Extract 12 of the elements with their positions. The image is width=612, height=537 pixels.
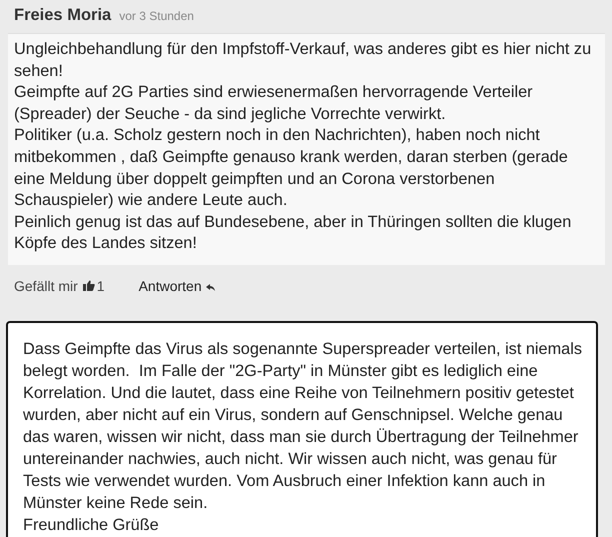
- author-name: Freies Moria: [14, 6, 112, 25]
- comment-text: Peinlich genug ist das auf Bundesebene, aber in Thüringen sollten die klugen Köpfe des Landes sitzen!: [14, 212, 572, 254]
- reply-link[interactable]: Antworten: [138, 278, 202, 294]
- reply-field[interactable]: Dass Geimpfte das Virus als sogenannte Superspreader verteilen, ist niemals belegt worden. Im Falle der "2G-Party" in Münster gibt es lediglich eine Korrelation. Und die lautet, dass eine Reihe von Teilnehmern positiv getestet wurden, aber nicht auf ein Virus, sondern auf Genschnipsel. Welche genau das waren, wissen wir nicht, dass man sie durch Übertragung der Teilnehmer untereinander nachwies, auch nicht. Wir wissen auch nicht, was genau für Tests wie verwendet wurden. Vom Ausbruch einer Infektion kann auch in Münster keine Rede sein. Freundliche Grüße: [6, 320, 598, 537]
- comment-text: Politiker (u.a. Scholz gestern noch in den Nachrichten), haben noch nicht mitbekommen , daß Geimpfte genauso krank werden, daran sterben (gerade eine Meldung über doppelt geimpften und an Corona verstorbenen Schauspieler) wie andere Leute auch.: [14, 125, 569, 212]
- like-label[interactable]: Gefällt mir: [14, 278, 78, 294]
- comment-text: Ungleichbehandlung für den Impfstoff-Verkauf, was anderes gibt es hier nicht zu sehen!: [14, 39, 592, 82]
- reply-icon[interactable]: [206, 284, 215, 291]
- like-count: 1: [96, 278, 105, 294]
- comment-text: Geimpfte auf 2G Parties sind erwiesenermaßen hervorragende Verteiler (Spreader) der Seuche - da sind jegliche Vorrechte verwirkt.: [14, 82, 534, 125]
- thumbs-up-icon[interactable]: [82, 280, 95, 292]
- timestamp: vor 3 Stunden: [119, 9, 194, 23]
